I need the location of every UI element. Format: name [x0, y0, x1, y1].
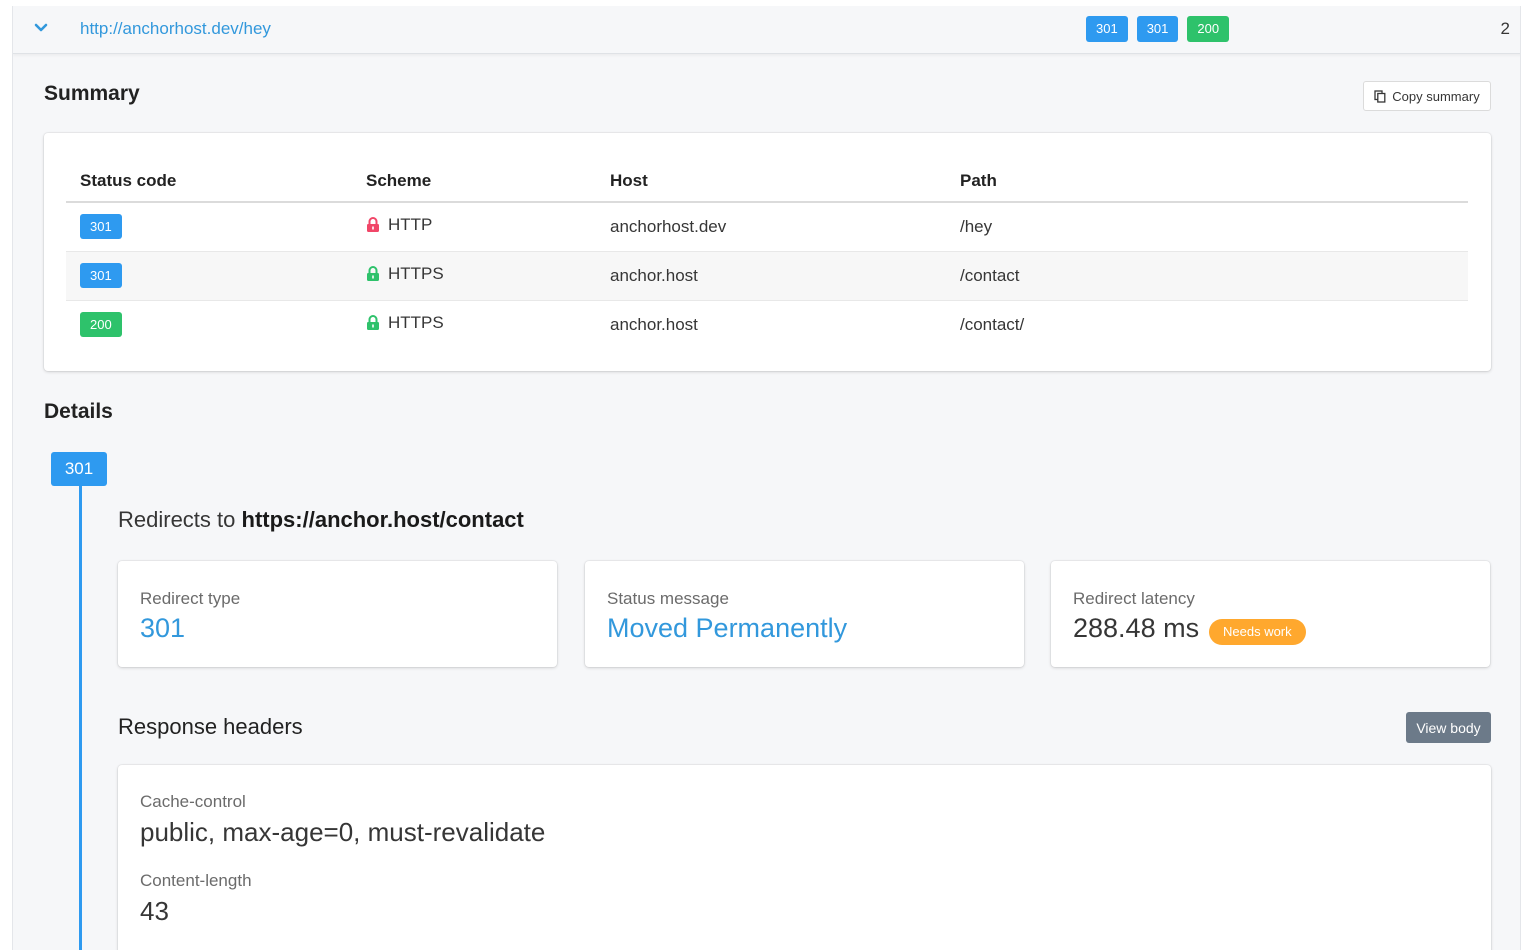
host-cell: anchorhost.dev — [596, 202, 946, 252]
results-panel: http://anchorhost.dev/hey 301 301 200 2 … — [12, 6, 1521, 950]
summary-table: Status code Scheme Host Path 301 HTTP an… — [66, 161, 1468, 349]
column-header-path: Path — [946, 161, 1468, 203]
needs-work-badge: Needs work — [1209, 619, 1306, 645]
view-body-button[interactable]: View body — [1406, 712, 1491, 743]
status-badge: 301 — [80, 263, 122, 288]
path-cell: /contact/ — [960, 314, 1025, 334]
status-badge: 301 — [80, 214, 122, 240]
redirect-latency-card: Redirect latency 288.48 ms Needs work — [1051, 561, 1490, 667]
column-header-status: Status code — [66, 161, 352, 203]
column-header-host: Host — [596, 161, 946, 203]
status-badge: 200 — [1187, 16, 1230, 42]
copy-summary-label: Copy summary — [1392, 88, 1480, 104]
header-name: Content-length — [140, 871, 252, 890]
path-cell: /hey — [946, 202, 1468, 252]
redirect-count: 2 — [1500, 19, 1510, 38]
timeline-step-badge: 301 — [51, 452, 107, 486]
chevron-down-icon[interactable] — [33, 20, 49, 36]
lock-icon — [367, 266, 379, 281]
stat-label: Redirect type — [140, 589, 241, 608]
table-row: 301 HTTPS anchor.host /contact — [66, 251, 1468, 301]
table-header-row: Status code Scheme Host Path — [66, 161, 1468, 203]
summary-title: Summary — [44, 82, 140, 105]
timeline-line — [79, 484, 82, 950]
host-cell: anchor.host — [596, 251, 946, 301]
header-value: public, max-age=0, must-revalidate — [140, 817, 546, 847]
details-title: Details — [44, 400, 113, 423]
column-header-scheme: Scheme — [352, 161, 596, 203]
scheme-label: HTTP — [388, 215, 433, 235]
lock-icon — [367, 315, 379, 331]
unlocked-icon — [367, 217, 379, 233]
redirect-target-text: Redirects to https://anchor.host/contact — [118, 507, 524, 533]
status-badge: 200 — [80, 312, 122, 338]
response-headers-title: Response headers — [118, 714, 303, 739]
stat-label: Redirect latency — [1073, 589, 1195, 608]
url-result-header[interactable]: http://anchorhost.dev/hey 301 301 200 2 — [13, 6, 1520, 54]
redirect-target-url: https://anchor.host/contact — [241, 507, 524, 532]
header-value: 43 — [140, 896, 169, 926]
scheme-label: HTTPS — [388, 313, 444, 333]
status-badge: 301 — [1136, 16, 1179, 42]
status-message-card: Status message Moved Permanently — [585, 561, 1024, 667]
stat-label: Status message — [607, 589, 729, 608]
response-headers-card: Cache-control public, max-age=0, must-re… — [118, 765, 1491, 950]
scheme-label: HTTPS — [388, 264, 444, 283]
host-cell: anchor.host — [610, 314, 698, 334]
status-badge: 301 — [1086, 16, 1128, 42]
table-row: 200 HTTPS anchor.host /contact/ — [66, 300, 1468, 349]
table-row: 301 HTTP anchorhost.dev /hey — [66, 202, 1468, 252]
redirect-type-value: 301 — [140, 613, 186, 643]
summary-card: Status code Scheme Host Path 301 HTTP an… — [44, 133, 1491, 371]
header-name: Cache-control — [140, 792, 246, 811]
copy-summary-button[interactable]: Copy summary — [1363, 81, 1491, 111]
latency-value: 288.48 ms — [1073, 613, 1200, 643]
status-chain-badges: 301 301 200 — [1086, 16, 1230, 42]
path-cell: /contact — [946, 251, 1468, 301]
status-message-value: Moved Permanently — [607, 613, 848, 643]
checked-url-link[interactable]: http://anchorhost.dev/hey — [80, 19, 271, 39]
copy-icon — [1374, 89, 1386, 103]
redirect-prefix: Redirects to — [118, 507, 236, 532]
redirect-type-card: Redirect type 301 — [118, 561, 557, 667]
